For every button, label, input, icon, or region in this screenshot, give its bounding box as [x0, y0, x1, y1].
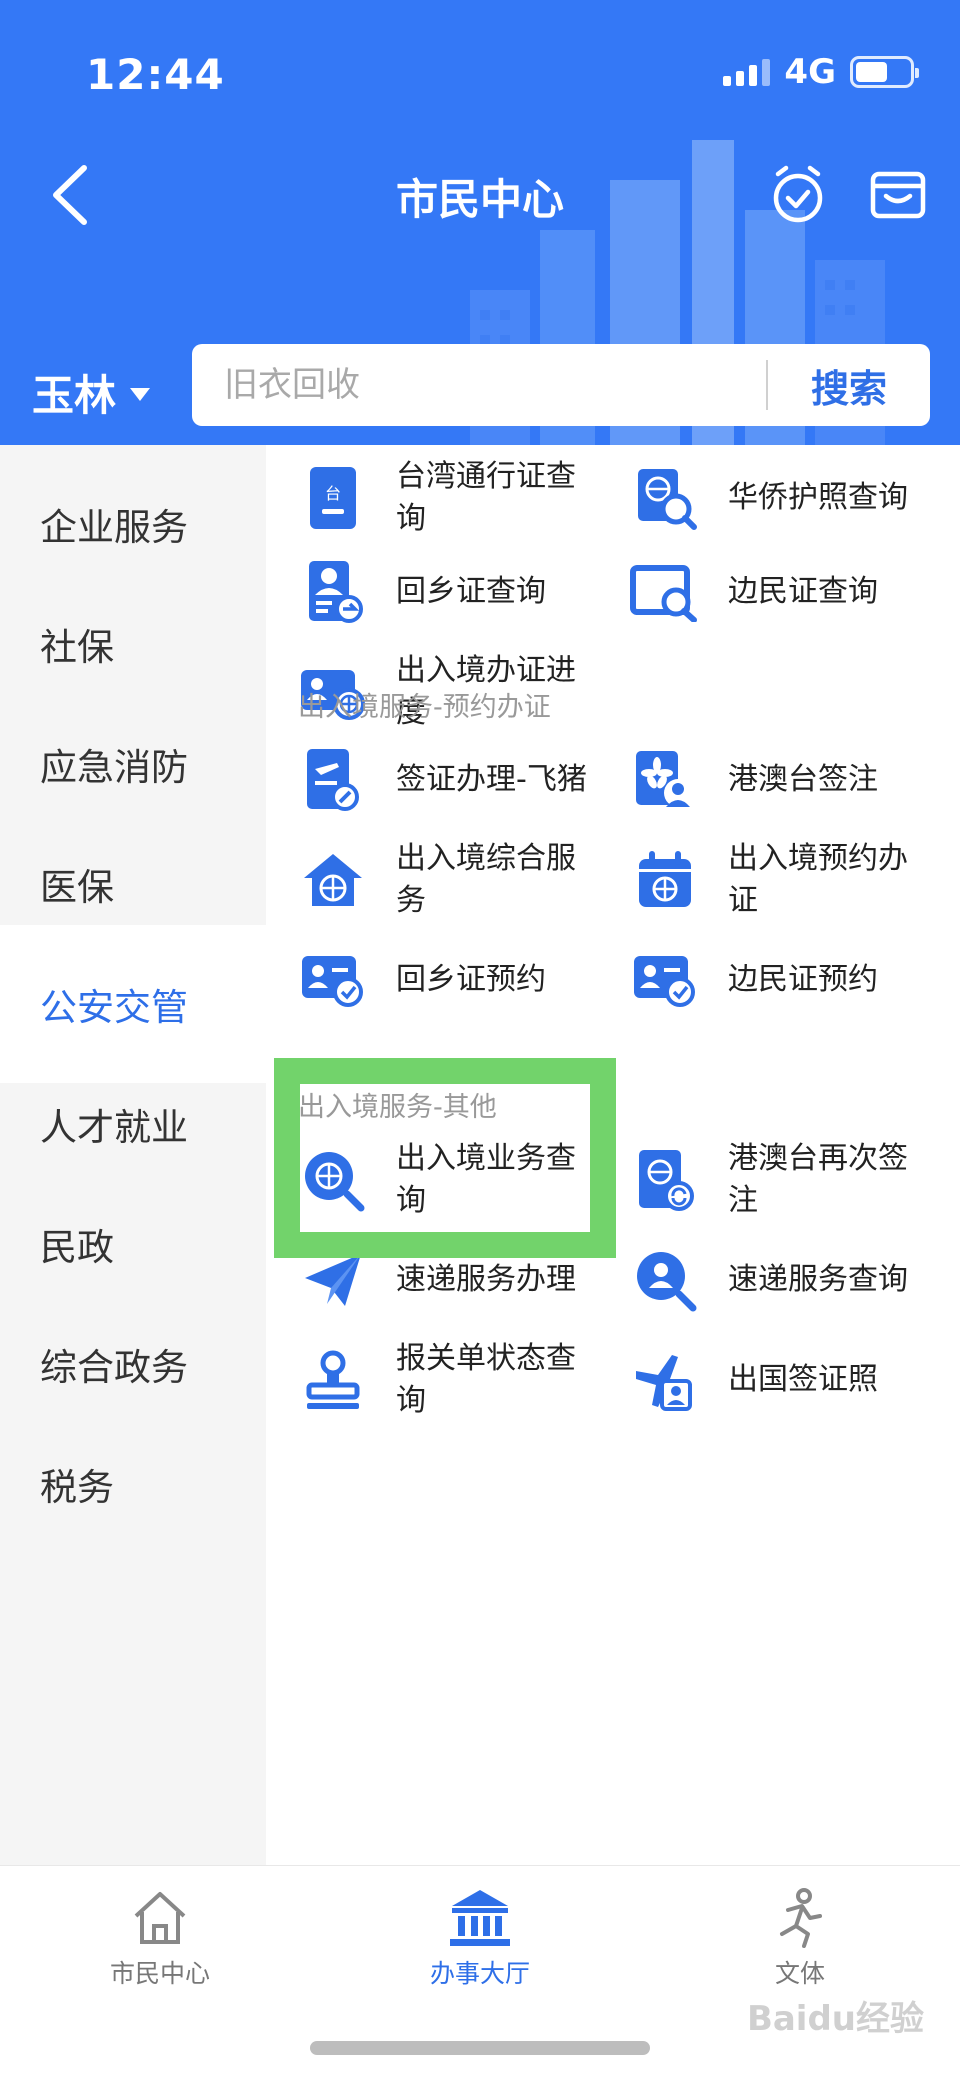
- service-label: 华侨护照查询: [728, 480, 908, 515]
- service-label: 港澳台签注: [728, 762, 878, 797]
- taiwan-permit-icon: 台: [310, 467, 356, 529]
- service-label: 速递服务查询: [728, 1262, 908, 1297]
- home-indicator: [310, 2041, 650, 2055]
- home-icon: [134, 1892, 186, 1944]
- service-label: 回乡证查询: [396, 574, 546, 609]
- service-customs-status-query[interactable]: 报关单状态查询: [266, 1325, 596, 1435]
- service-label: 出入境综合服务: [396, 841, 576, 918]
- section-title-appointment: 出入境服务-预约办证: [298, 692, 551, 723]
- tab-label: 办事大厅: [429, 1959, 530, 1988]
- service-overseas-visa-photo[interactable]: 出国签证照: [598, 1325, 928, 1435]
- service-exit-entry-business-query[interactable]: 出入境业务查询: [266, 1125, 596, 1235]
- alarm-clock-icon[interactable]: [770, 162, 826, 224]
- city-selector[interactable]: 玉林: [32, 362, 151, 423]
- runner-icon: [780, 1888, 822, 1948]
- home-return-permit-icon: [309, 561, 363, 623]
- service-exit-entry-comprehensive[interactable]: 出入境综合服务: [266, 825, 596, 935]
- service-hk-mo-tw-re-endorsement[interactable]: 港澳台再次签注: [598, 1125, 928, 1235]
- tab-label: 文体: [774, 1959, 825, 1988]
- service-home-return-query[interactable]: 回乡证查询: [266, 537, 596, 647]
- status-time: 12:44: [86, 50, 225, 99]
- plane-user-icon: [636, 1355, 692, 1411]
- service-label: 回乡证预约: [396, 962, 546, 997]
- sidebar-item-tax[interactable]: 税务: [0, 1405, 266, 1563]
- service-exit-entry-appointment[interactable]: 出入境预约办证: [598, 825, 928, 935]
- search-input[interactable]: [192, 344, 766, 426]
- service-label: 台湾通行证查询: [396, 459, 576, 536]
- service-grid: 台 台湾通行证查询 华侨护照查询 回乡证查询 边民证查询 出入境办证进度 出入境…: [266, 445, 960, 1865]
- service-express-query[interactable]: 速递服务查询: [598, 1225, 928, 1335]
- card-check-icon: [302, 956, 363, 1007]
- battery-icon: [850, 56, 919, 88]
- tab-label: 市民中心: [109, 1959, 210, 1988]
- service-visa-fliggy[interactable]: 签证办理-飞猪: [266, 725, 596, 835]
- section-title-other: 出入境服务-其他: [298, 1092, 497, 1123]
- bauhinia-user-icon: [636, 751, 692, 807]
- watermark: Baidu经验: [746, 1999, 924, 2039]
- status-indicators: 4G: [723, 52, 919, 92]
- service-label: 速递服务办理: [396, 1262, 576, 1297]
- tab-service-hall[interactable]: 办事大厅: [380, 1888, 580, 1990]
- visa-flight-icon: [307, 749, 359, 811]
- header-bar: 12:44 4G 市民中心 玉林 搜索: [0, 0, 960, 445]
- service-label: 边民证查询: [728, 574, 878, 609]
- passport-search-icon: [638, 469, 697, 530]
- search-button[interactable]: 搜索: [768, 358, 930, 413]
- service-express-handling[interactable]: 速递服务办理: [266, 1225, 596, 1335]
- card-check-icon: [634, 956, 695, 1007]
- globe-refresh-icon: [639, 1150, 694, 1211]
- svg-text:台: 台: [325, 484, 341, 503]
- government-building-icon: [450, 1890, 510, 1946]
- service-label: 出国签证照: [728, 1362, 878, 1397]
- service-hk-mo-tw-endorsement[interactable]: 港澳台签注: [598, 725, 928, 835]
- calendar-globe-icon: [639, 851, 691, 907]
- user-search-icon: [637, 1252, 697, 1312]
- border-card-search-icon: [630, 565, 697, 622]
- service-border-card-query[interactable]: 边民证查询: [598, 537, 928, 647]
- signal-icon: [723, 58, 771, 86]
- network-type: 4G: [784, 52, 836, 92]
- service-label: 报关单状态查询: [396, 1341, 576, 1418]
- service-label: 出入境预约办证: [728, 841, 908, 918]
- city-name: 玉林: [32, 371, 117, 420]
- service-label: 边民证预约: [728, 962, 878, 997]
- stamp-icon: [306, 1350, 360, 1409]
- service-label: 签证办理-飞猪: [396, 762, 587, 797]
- search-bar: 搜索: [192, 344, 930, 426]
- service-home-return-appointment[interactable]: 回乡证预约: [266, 925, 596, 1035]
- house-globe-icon: [304, 854, 362, 906]
- paper-plane-icon: [305, 1254, 361, 1306]
- dropdown-triangle-icon: [130, 388, 151, 401]
- category-sidebar: 企业服务 社保 应急消防 医保 公安交管 人才就业 民政 综合政务 税务: [0, 445, 266, 1865]
- service-label: 出入境业务查询: [396, 1141, 576, 1218]
- tab-culture-sports[interactable]: 文体: [700, 1888, 900, 1990]
- wallet-card-icon[interactable]: [870, 168, 926, 220]
- service-border-card-appointment[interactable]: 边民证预约: [598, 925, 928, 1035]
- globe-search-icon: [305, 1152, 365, 1212]
- service-label: 港澳台再次签注: [728, 1141, 908, 1218]
- tab-citizen-center[interactable]: 市民中心: [60, 1888, 260, 1990]
- bottom-tab-bar: 市民中心 办事大厅 文体 Baidu经验: [0, 1865, 960, 2079]
